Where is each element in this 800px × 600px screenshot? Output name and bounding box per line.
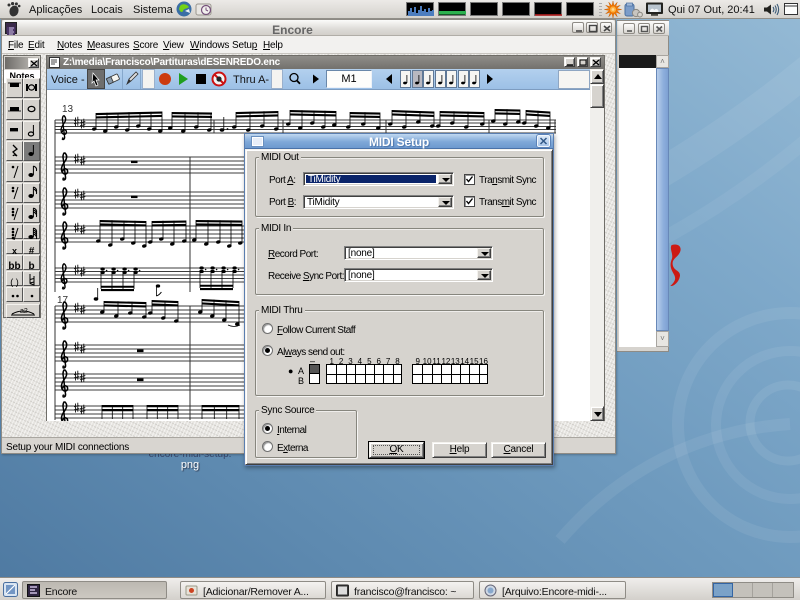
svg-text:a2: a2 — [20, 308, 28, 315]
svg-text:13: 13 — [62, 104, 74, 115]
